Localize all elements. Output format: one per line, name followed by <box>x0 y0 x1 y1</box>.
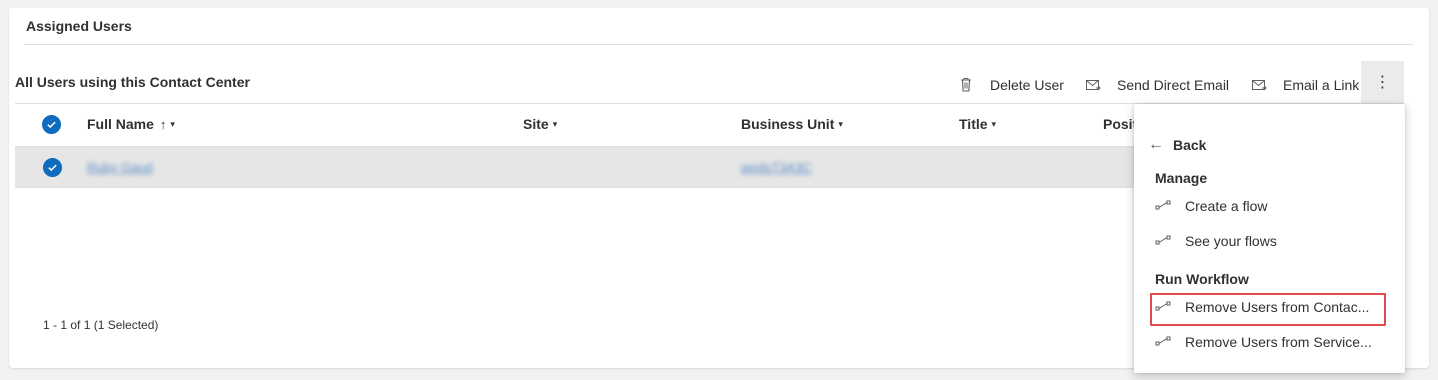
email-link-icon <box>1251 77 1267 93</box>
business-unit-header-label: Business Unit <box>741 116 835 132</box>
title-header-label: Title <box>959 116 988 132</box>
flow-icon <box>1155 301 1171 311</box>
delete-user-button[interactable]: Delete User <box>958 70 1064 100</box>
run-workflow-heading: Run Workflow <box>1155 271 1249 287</box>
more-icon: ⋮ <box>1374 74 1391 91</box>
row-select-checkbox[interactable] <box>43 158 62 177</box>
trash-icon <box>958 77 974 93</box>
remove-users-service-label: Remove Users from Service... <box>1185 334 1372 350</box>
grid-header-row: Full Name ↑ ▾ Site ▾ Business Unit ▾ Tit… <box>15 104 1150 146</box>
menu-item-create-flow[interactable]: Create a flow <box>1134 189 1405 223</box>
grid-title: All Users using this Contact Center <box>15 74 250 90</box>
chevron-down-icon: ▾ <box>170 118 175 129</box>
chevron-down-icon: ▾ <box>838 118 843 129</box>
menu-item-remove-users-contact[interactable]: Remove Users from Contac... <box>1134 290 1405 324</box>
record-count: 1 - 1 of 1 (1 Selected) <box>43 318 159 332</box>
send-direct-email-button[interactable]: Send Direct Email <box>1085 70 1229 100</box>
send-direct-email-label: Send Direct Email <box>1117 77 1230 93</box>
menu-item-see-flows[interactable]: See your flows <box>1134 224 1405 258</box>
email-icon <box>1085 77 1101 93</box>
overflow-menu: ← Back Manage Create a flow See your flo… <box>1134 104 1405 373</box>
create-flow-label: Create a flow <box>1185 198 1268 214</box>
section-divider <box>24 44 1413 45</box>
full-name-header-label: Full Name <box>87 116 154 132</box>
column-header-site[interactable]: Site ▾ <box>523 116 557 132</box>
flow-icon <box>1155 336 1171 346</box>
back-arrow-icon: ← <box>1148 136 1164 153</box>
email-link-button[interactable]: Email a Link <box>1251 70 1359 100</box>
sort-ascending-icon: ↑ <box>159 116 167 132</box>
see-flows-label: See your flows <box>1185 233 1277 249</box>
chevron-down-icon: ▾ <box>991 118 997 129</box>
chevron-down-icon: ▾ <box>552 118 558 129</box>
checkmark-icon <box>48 164 57 172</box>
column-header-title[interactable]: Title ▾ <box>959 116 996 132</box>
select-all-checkbox[interactable] <box>42 115 61 134</box>
business-unit-link[interactable]: wodsT3A3C <box>741 160 812 175</box>
column-header-business-unit[interactable]: Business Unit ▾ <box>741 116 843 132</box>
site-header-label: Site <box>523 116 549 132</box>
checkmark-icon <box>47 121 56 129</box>
email-link-label: Email a Link <box>1283 77 1360 93</box>
back-label: Back <box>1173 137 1207 153</box>
table-row[interactable]: Ruby Gaud wodsT3A3C <box>15 147 1145 188</box>
flow-icon <box>1155 200 1171 210</box>
section-title: Assigned Users <box>26 18 132 34</box>
back-button[interactable]: ← Back <box>1148 136 1206 154</box>
full-name-link[interactable]: Ruby Gaud <box>87 160 153 175</box>
more-commands-button[interactable]: ⋮ <box>1361 61 1404 103</box>
flow-icon <box>1155 235 1171 245</box>
column-header-full-name[interactable]: Full Name ↑ ▾ <box>87 116 175 132</box>
remove-users-contact-label: Remove Users from Contac... <box>1185 299 1370 315</box>
menu-item-remove-users-service[interactable]: Remove Users from Service... <box>1134 325 1405 359</box>
manage-heading: Manage <box>1155 170 1208 186</box>
delete-user-label: Delete User <box>990 77 1064 93</box>
